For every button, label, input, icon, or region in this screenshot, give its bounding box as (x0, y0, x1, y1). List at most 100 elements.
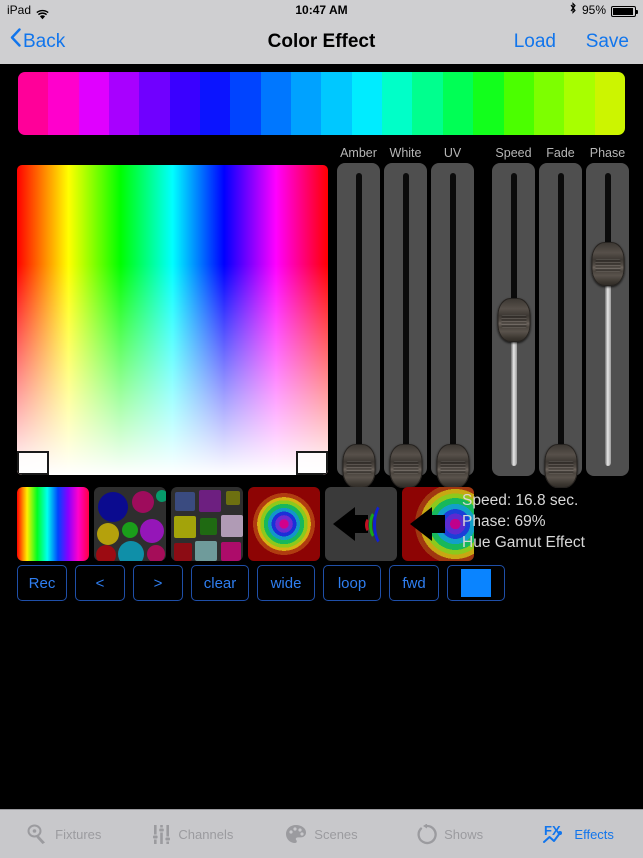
hue-swatch-5[interactable] (169, 72, 201, 135)
fader-uv[interactable]: UV (431, 146, 474, 488)
fader-track[interactable] (604, 173, 611, 466)
hue-swatch-9[interactable] (291, 72, 322, 135)
hue-swatch-10[interactable] (321, 72, 352, 135)
fader-white[interactable]: White (384, 146, 427, 488)
tab-scenes[interactable]: Scenes (257, 810, 386, 858)
fader-group: Amber White UV Speed Fade Phase (337, 146, 633, 488)
fader-handle[interactable] (436, 444, 469, 488)
color-swatch (461, 569, 491, 597)
fader-body (384, 163, 427, 488)
bluetooth-icon (569, 0, 577, 20)
preset-color-squares[interactable] (171, 487, 243, 561)
fader-handle[interactable] (497, 297, 530, 342)
preset-rainbow-gradient[interactable] (17, 487, 89, 561)
fader-body (431, 163, 474, 488)
fader-handle[interactable] (389, 444, 422, 488)
hue-swatch-11[interactable] (351, 72, 383, 135)
fader-track[interactable] (402, 173, 409, 466)
fx-icon: FX (543, 823, 567, 845)
hue-saturation-picker[interactable] (17, 165, 328, 475)
prev-button[interactable]: < (75, 565, 125, 601)
tab-fixtures[interactable]: Fixtures (0, 810, 129, 858)
hue-swatch-12[interactable] (382, 72, 413, 135)
battery-icon (611, 5, 638, 17)
preset-list (17, 487, 474, 561)
faders-icon (152, 824, 172, 845)
status-bar-right: 95% (569, 0, 638, 20)
hue-swatch-0[interactable] (18, 72, 49, 135)
tab-label: Effects (574, 826, 614, 842)
clear-button[interactable]: clear (191, 565, 249, 601)
navigation-bar: Back Color Effect Load Save (0, 20, 643, 64)
hue-swatch-8[interactable] (260, 72, 292, 135)
preset-radial-rings[interactable] (248, 487, 320, 561)
fader-fade[interactable]: Fade (539, 146, 582, 488)
hue-swatch-15[interactable] (473, 72, 504, 135)
hue-swatch-4[interactable] (139, 72, 170, 135)
fader-amber[interactable]: Amber (337, 146, 380, 488)
fader-phase[interactable]: Phase (586, 146, 629, 476)
tab-shows[interactable]: Shows (386, 810, 515, 858)
right-marker[interactable] (296, 451, 328, 475)
rec-button[interactable]: Rec (17, 565, 67, 601)
hue-swatch-17[interactable] (533, 72, 565, 135)
hue-swatch-13[interactable] (412, 72, 443, 135)
control-button-row: Rec < > clear wide loop fwd (17, 565, 505, 601)
battery-percent: 95% (581, 3, 606, 17)
save-button[interactable]: Save (586, 20, 629, 64)
fader-label: UV (443, 146, 462, 160)
speaker-icon (333, 507, 368, 541)
app-root: iPad 10:47 AM 95% Back Color Effect Load… (0, 0, 643, 858)
hue-swatch-7[interactable] (230, 72, 261, 135)
speed-value: Speed: 16.8 sec. (462, 492, 579, 509)
fader-body (337, 163, 380, 488)
saturation-gradient-layer (17, 165, 328, 475)
palette-icon (285, 824, 307, 844)
wave-3-icon (373, 502, 395, 547)
color-swatch-button[interactable] (447, 565, 505, 601)
fader-handle[interactable] (342, 444, 375, 488)
hue-swatch-2[interactable] (78, 72, 110, 135)
fader-body (492, 163, 535, 476)
fader-label: Phase (589, 146, 626, 160)
load-button[interactable]: Load (514, 20, 556, 64)
spotlight-icon (27, 824, 48, 845)
tab-label: Fixtures (55, 826, 102, 842)
fwd-button[interactable]: fwd (389, 565, 439, 601)
fader-track-fill (604, 263, 611, 466)
fader-handle[interactable] (544, 444, 577, 488)
hue-swatch-6[interactable] (200, 72, 231, 135)
wide-button[interactable]: wide (257, 565, 315, 601)
hue-swatch-19[interactable] (594, 72, 625, 135)
hue-swatch-1[interactable] (48, 72, 79, 135)
tab-bar: Fixtures Channels Scenes Shows FX Effect… (0, 809, 643, 858)
fader-track[interactable] (449, 173, 456, 466)
effect-name: Hue Gamut Effect (462, 534, 585, 551)
loop-button[interactable]: loop (323, 565, 381, 601)
tab-label: Scenes (314, 826, 358, 842)
hue-swatch-16[interactable] (503, 72, 534, 135)
fader-speed[interactable]: Speed (492, 146, 535, 476)
tab-channels[interactable]: Channels (129, 810, 258, 858)
fader-handle[interactable] (591, 241, 624, 286)
tab-label: Channels (178, 826, 234, 842)
hue-swatch-3[interactable] (109, 72, 140, 135)
hue-swatch-14[interactable] (442, 72, 474, 135)
effect-info: Speed: 16.8 sec. Phase: 69% Hue Gamut Ef… (462, 490, 585, 553)
preset-sound-waves[interactable] (325, 487, 397, 561)
loop-arrow-icon (417, 823, 437, 845)
tab-effects[interactable]: FX Effects (514, 810, 643, 858)
left-marker[interactable] (17, 451, 49, 475)
phase-value: Phase: 69% (462, 513, 546, 530)
status-bar-time: 10:47 AM (295, 3, 348, 17)
fader-body (539, 163, 582, 488)
fader-track[interactable] (355, 173, 362, 466)
next-button[interactable]: > (133, 565, 183, 601)
hue-swatch-18[interactable] (564, 72, 595, 135)
speaker-icon (410, 507, 445, 541)
fader-body (586, 163, 629, 476)
preset-color-dots[interactable] (94, 487, 166, 561)
hue-gamut-strip[interactable] (18, 72, 625, 135)
tab-label: Shows (444, 826, 484, 842)
fader-track[interactable] (557, 173, 564, 466)
